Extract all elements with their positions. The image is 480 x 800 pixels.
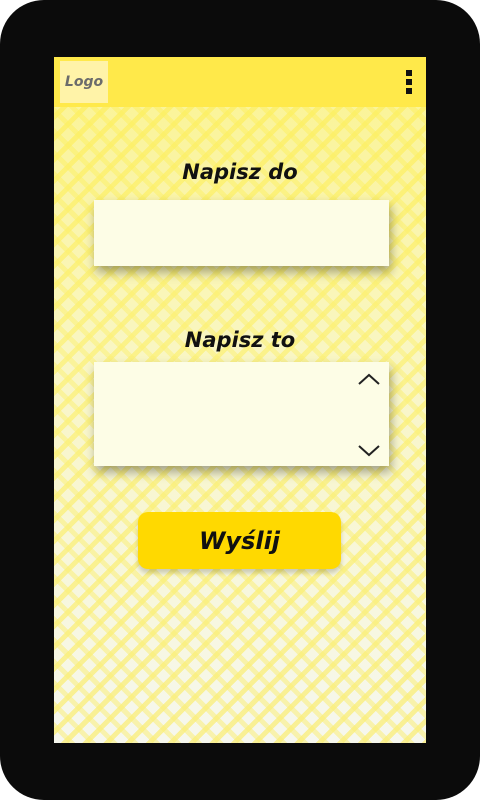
menu-dot xyxy=(406,79,412,85)
kebab-menu-icon[interactable] xyxy=(406,70,412,94)
send-button[interactable]: Wyślij xyxy=(138,512,341,569)
chevron-up-icon[interactable] xyxy=(357,372,381,386)
message-label: Napisz to xyxy=(184,328,296,352)
device-frame: Logo Napisz do Napisz to Wyślij xyxy=(0,0,480,800)
app-screen: Logo Napisz do Napisz to Wyślij xyxy=(54,57,426,743)
top-bar: Logo xyxy=(54,57,426,107)
recipient-field-box xyxy=(94,200,389,266)
recipient-label: Napisz do xyxy=(182,160,298,184)
message-textarea[interactable] xyxy=(94,362,389,466)
message-field-box xyxy=(94,362,389,466)
chevron-down-icon[interactable] xyxy=(357,444,381,458)
recipient-input[interactable] xyxy=(94,200,389,266)
menu-dot xyxy=(406,70,412,76)
menu-dot xyxy=(406,88,412,94)
logo[interactable]: Logo xyxy=(60,61,108,103)
